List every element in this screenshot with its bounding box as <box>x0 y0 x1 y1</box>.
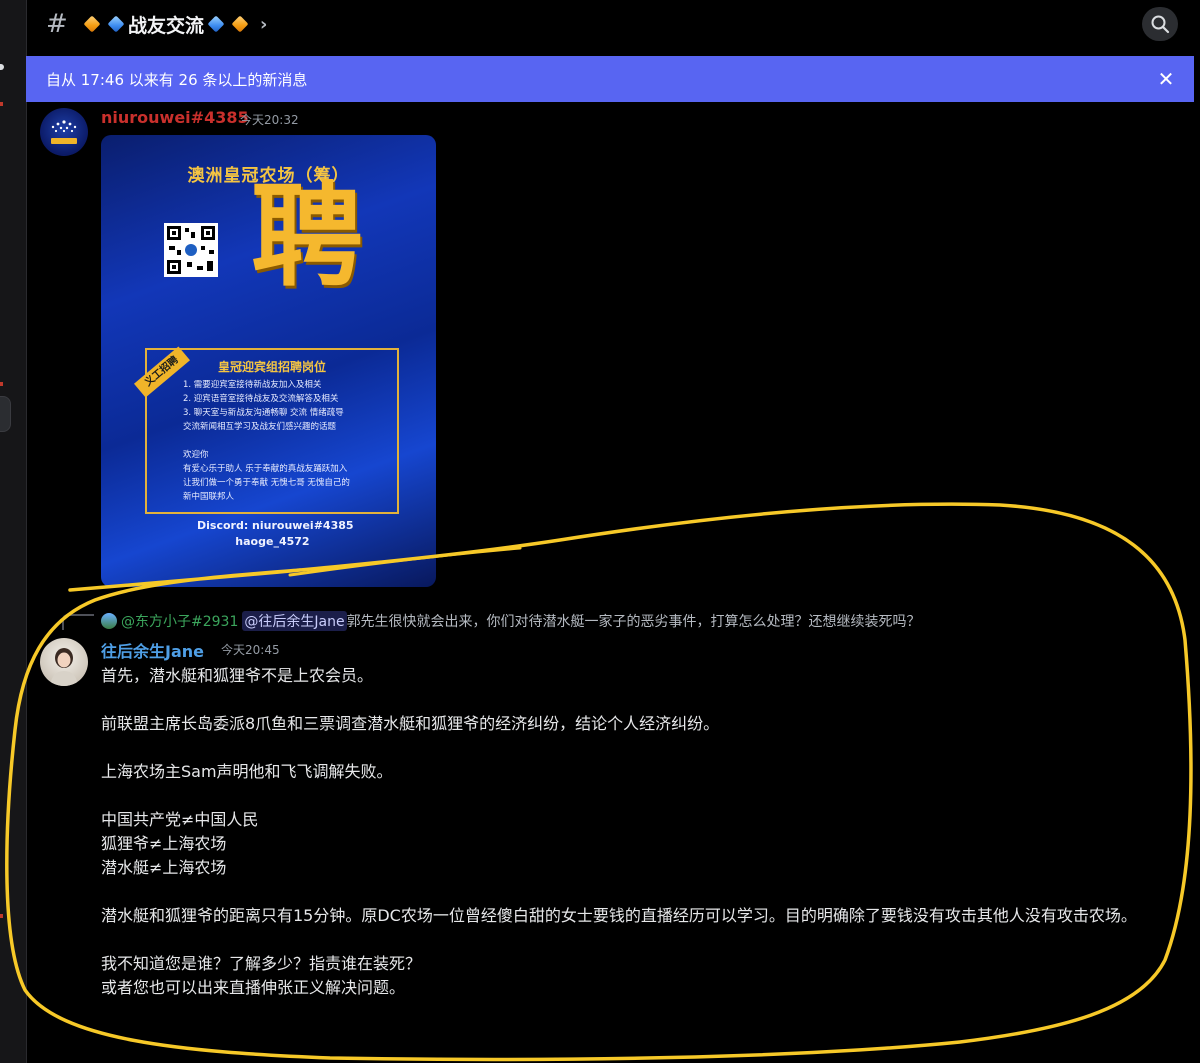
reply-mention[interactable]: @往后余生Jane <box>242 611 347 631</box>
message-paragraph: 首先，潜水艇和狐狸爷不是上农会员。 <box>101 666 374 685</box>
channel-title[interactable]: 战友交流 › <box>80 11 267 38</box>
person-photo-icon <box>50 648 78 686</box>
poster-big-character: 聘 <box>251 172 363 302</box>
rail-server-icon[interactable] <box>0 396 11 432</box>
search-button[interactable] <box>1142 7 1178 41</box>
rail-unread-marker <box>0 382 3 386</box>
chevron-right-icon: › <box>260 13 268 35</box>
message-paragraph: 上海农场主Sam声明他和飞飞调解失败。 <box>101 762 393 781</box>
hash-icon: # <box>46 9 68 39</box>
poster-job-box: 皇冠迎宾组招聘岗位 1. 需要迎宾室接待新战友加入及相关 2. 迎宾语音室接待战… <box>145 348 399 514</box>
message-paragraph: 狐狸爷≠上海农场 <box>101 834 227 853</box>
rail-unread-marker <box>0 102 3 106</box>
server-rail <box>0 0 27 1063</box>
message-content: 首先，潜水艇和狐狸爷不是上农会员。 前联盟主席长岛委派8爪鱼和三票调查潜水艇和狐… <box>101 664 1181 1000</box>
blue-diamond-icon <box>207 15 225 33</box>
avatar[interactable] <box>40 638 88 686</box>
reply-username[interactable]: @东方小子#2931 <box>121 611 238 631</box>
reply-text: 郭先生很快就会出来，你们对待潜水艇一家子的恶劣事件，打算怎么处理？还想继续装死吗… <box>346 614 921 630</box>
orange-diamond-icon <box>231 15 249 33</box>
reply-preview[interactable]: @东方小子#2931 @往后余生Jane 郭先生很快就会出来，你们对待潜水艇一家… <box>101 611 921 631</box>
message-paragraph: 潜水艇≠上海农场 <box>101 858 227 877</box>
avatar[interactable] <box>40 108 88 156</box>
close-icon[interactable]: ✕ <box>1154 67 1178 91</box>
message-username[interactable]: niurouwei#4385 <box>101 108 249 127</box>
blue-diamond-icon <box>107 15 125 33</box>
message-paragraph: 潜水艇和狐狸爷的距离只有15分钟。原DC农场一位曾经傻白甜的女士要钱的直播经历可… <box>101 906 1137 925</box>
new-messages-text: 自从 17:46 以来有 26 条以上的新消息 <box>46 70 308 89</box>
search-icon <box>1151 15 1170 34</box>
new-messages-bar[interactable]: 自从 17:46 以来有 26 条以上的新消息 ✕ <box>26 56 1194 102</box>
poster-box-lines: 1. 需要迎宾室接待新战友加入及相关 2. 迎宾语音室接待战友及交流解答及相关 … <box>183 380 350 502</box>
message-username[interactable]: 往后余生Jane <box>101 638 204 662</box>
reply-avatar <box>101 613 117 629</box>
message-paragraph: 我不知道您是谁？了解多少？指责谁在装死？ <box>101 954 422 973</box>
rail-indicator <box>0 64 4 70</box>
channel-header: # 战友交流 › <box>26 0 1200 48</box>
message-timestamp: 今天20:45 <box>221 643 280 657</box>
poster-discord-handle: Discord: niurouwei#4385 haoge_4572 <box>197 519 354 548</box>
message-paragraph: 或者您也可以出来直播伸张正义解决问题。 <box>101 978 406 997</box>
reply-connector <box>62 614 94 630</box>
message-timestamp: 今天20:32 <box>240 113 299 127</box>
rail-unread-marker <box>0 914 3 918</box>
qr-code-icon <box>164 223 218 277</box>
crown-logo-icon <box>51 120 77 144</box>
recruitment-poster-image[interactable]: 澳洲皇冠农场（筹） 聘 皇冠迎宾组招聘岗位 1. 需要迎宾室接待新战友加入及相关… <box>101 135 436 587</box>
message-paragraph: 中国共产党≠中国人民 <box>101 810 259 829</box>
channel-name: 战友交流 <box>128 14 205 37</box>
message-paragraph: 前联盟主席长岛委派8爪鱼和三票调查潜水艇和狐狸爷的经济纠纷，结论个人经济纠纷。 <box>101 714 720 733</box>
orange-diamond-icon <box>83 15 101 33</box>
